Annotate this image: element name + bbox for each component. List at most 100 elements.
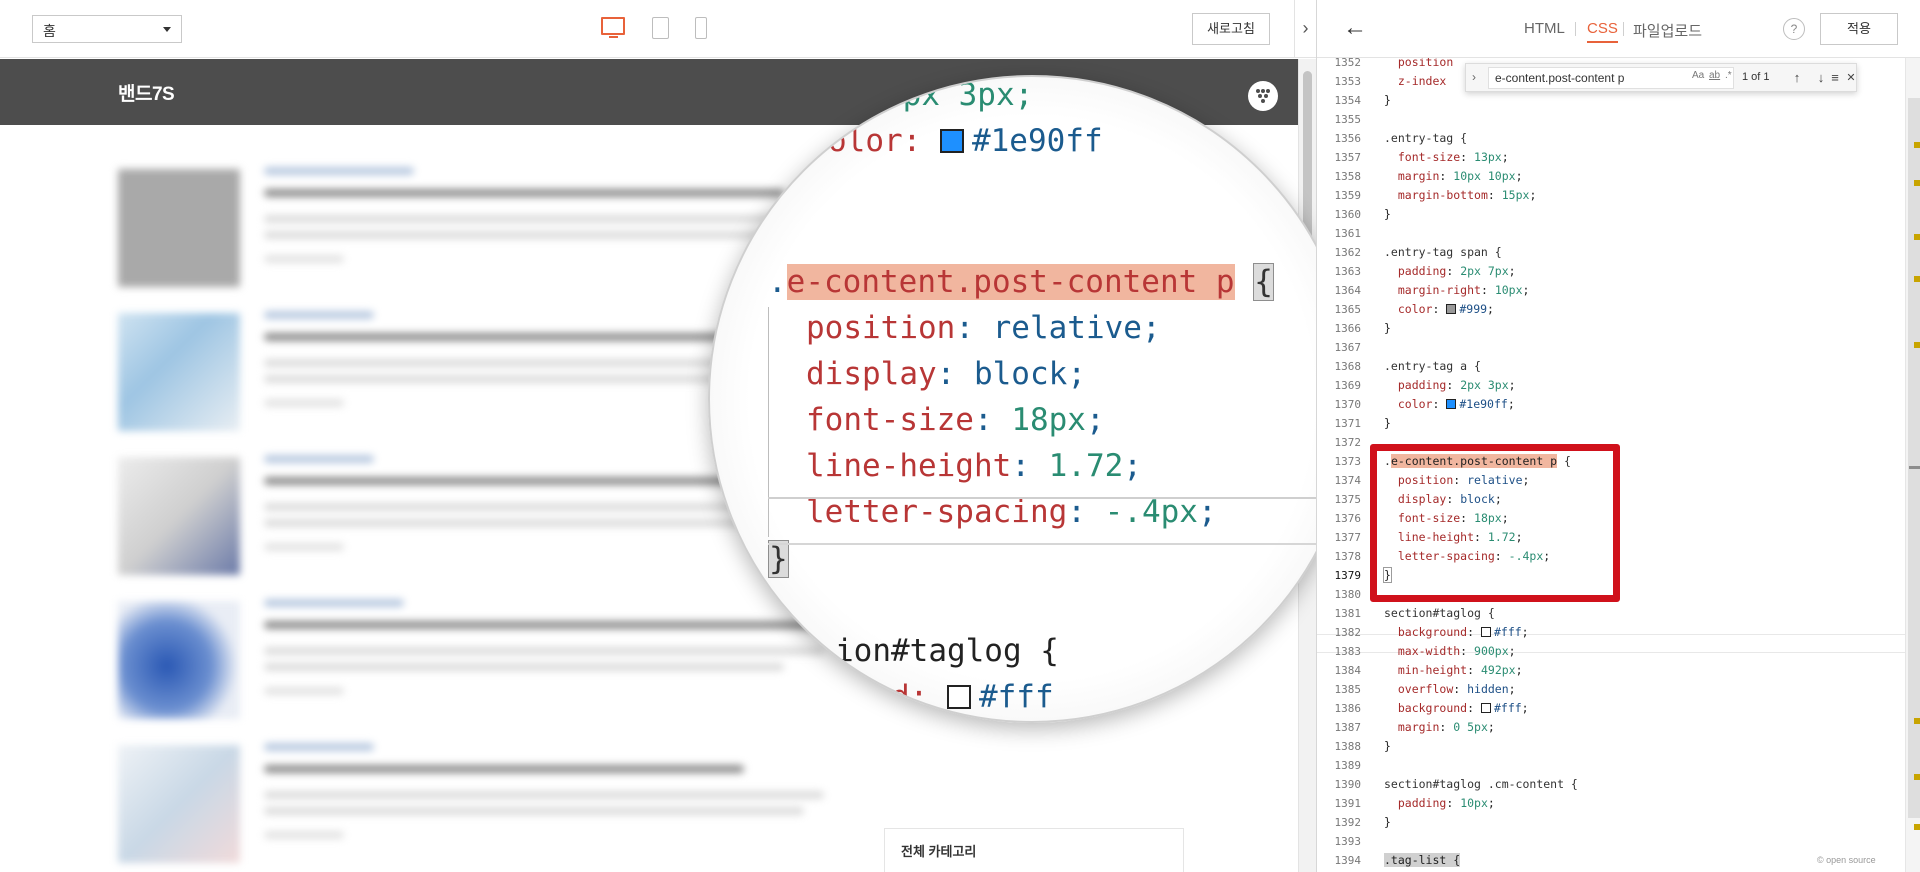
apply-button[interactable]: 적용 xyxy=(1820,13,1898,45)
line-text: color: #1e90ff; xyxy=(1397,397,1515,411)
post-thumbnail xyxy=(118,601,240,719)
css-selector: .tag-list { xyxy=(1384,853,1461,867)
find-marker xyxy=(1914,824,1920,830)
mobile-view-icon[interactable] xyxy=(695,17,707,39)
line-text: margin: 0 5px; xyxy=(1397,720,1495,734)
list-item[interactable] xyxy=(118,593,858,723)
code-line[interactable]: 1390 section#taglog .cm-content { xyxy=(1317,775,1905,794)
code-line[interactable]: 1388} xyxy=(1317,737,1905,756)
code-line[interactable]: 1387 margin: 0 5px; xyxy=(1317,718,1905,737)
current-line-marker xyxy=(768,497,1354,499)
line-number: 1368 xyxy=(1334,360,1362,373)
code-line[interactable]: 1367 xyxy=(1317,338,1905,357)
page-select[interactable]: 홈 xyxy=(32,15,182,43)
find-marker xyxy=(1914,342,1920,348)
code-line[interactable]: 1365 color: #999; xyxy=(1317,300,1905,319)
close-icon[interactable]: ✕ xyxy=(1842,68,1860,88)
line-number: 1373 xyxy=(1334,455,1362,468)
code-line[interactable]: 1358 margin: 10px 10px; xyxy=(1317,167,1905,186)
css-property: z-index xyxy=(1397,74,1447,88)
menu-button[interactable] xyxy=(1248,81,1278,111)
css-property: margin-bottom xyxy=(1397,188,1488,202)
line-text: .entry-tag a { xyxy=(1384,357,1481,376)
line-number: 1362 xyxy=(1334,246,1362,259)
match-case-icon[interactable]: Aa xyxy=(1692,70,1704,81)
whole-word-icon[interactable]: ab xyxy=(1709,70,1720,81)
line-text: .entry-tag span { xyxy=(1384,243,1502,262)
code-token: } xyxy=(1384,416,1391,430)
code-line[interactable]: 1359 margin-bottom: 15px; xyxy=(1317,186,1905,205)
tab-html[interactable]: HTML xyxy=(1524,20,1565,37)
line-number: 1391 xyxy=(1334,797,1362,810)
line-text: z-index xyxy=(1384,72,1446,91)
code-line[interactable]: 1393 xyxy=(1317,832,1905,851)
code-line[interactable]: 1362 .entry-tag span { xyxy=(1317,243,1905,262)
code-line[interactable]: 1384 min-height: 492px; xyxy=(1317,661,1905,680)
code-line[interactable]: 1366} xyxy=(1317,319,1905,338)
code-line[interactable]: 1389 xyxy=(1317,756,1905,775)
back-button[interactable]: ← xyxy=(1343,16,1367,40)
css-property: padding xyxy=(1397,796,1447,810)
code-line[interactable]: 1370 color: #1e90ff; xyxy=(1317,395,1905,414)
editor-scrollbar-thumb[interactable] xyxy=(1908,98,1920,818)
line-number: 1361 xyxy=(1334,227,1362,240)
page-select-value: 홈 xyxy=(43,23,56,39)
blog-title[interactable]: 밴드7S xyxy=(118,79,175,106)
line-divider xyxy=(768,543,1354,545)
code-line[interactable]: 1382 background: #fff; xyxy=(1317,623,1905,642)
line-text: padding: 10px; xyxy=(1397,796,1495,810)
line-number: 1382 xyxy=(1334,626,1362,639)
code-line[interactable]: 1368 .entry-tag a { xyxy=(1317,357,1905,376)
line-number: 1359 xyxy=(1334,189,1362,202)
code-line[interactable]: 1385 overflow: hidden; xyxy=(1317,680,1905,699)
line-number: 1381 xyxy=(1334,607,1362,620)
editor-scrollbar[interactable] xyxy=(1905,58,1920,872)
find-input-value: e-content.post-content p xyxy=(1495,71,1625,85)
list-item[interactable] xyxy=(118,737,858,867)
line-number: 1372 xyxy=(1334,436,1362,449)
line-text: .entry-tag { xyxy=(1384,129,1467,148)
tablet-view-icon[interactable] xyxy=(652,17,669,39)
refresh-button[interactable]: 새로고침 xyxy=(1192,13,1270,45)
indent-guide xyxy=(768,307,769,537)
line-text: margin-bottom: 15px; xyxy=(1397,188,1537,202)
code-line[interactable]: 1363 padding: 2px 7px; xyxy=(1317,262,1905,281)
chevron-right-icon: › xyxy=(1302,18,1309,38)
code-line[interactable]: 1360} xyxy=(1317,205,1905,224)
tab-css[interactable]: CSS xyxy=(1587,20,1618,43)
code-line[interactable]: 1392} xyxy=(1317,813,1905,832)
code-line[interactable]: 1386 background: #fff; xyxy=(1317,699,1905,718)
line-number: 1357 xyxy=(1334,151,1362,164)
line-number: 1363 xyxy=(1334,265,1362,278)
code-line[interactable]: 1369 padding: 2px 3px; xyxy=(1317,376,1905,395)
code-line[interactable]: 1357 font-size: 13px; xyxy=(1317,148,1905,167)
toggle-replace-icon[interactable]: › xyxy=(1472,70,1476,84)
css-value: #1e90ff xyxy=(1459,397,1508,411)
code-line[interactable]: 1356 .entry-tag { xyxy=(1317,129,1905,148)
previous-match-icon[interactable]: ↑ xyxy=(1788,68,1806,88)
category-box[interactable]: 전체 카테고리 xyxy=(884,828,1184,872)
desktop-view-icon[interactable] xyxy=(601,17,625,38)
category-title: 전체 카테고리 xyxy=(901,844,977,859)
regex-icon[interactable]: .* xyxy=(1725,70,1732,81)
find-marker xyxy=(1914,142,1920,148)
code-line[interactable]: 1383 max-width: 900px; xyxy=(1317,642,1905,661)
css-selector: .entry-tag a { xyxy=(1384,359,1481,373)
mag-line-color: olor: #1e90ff xyxy=(828,123,1103,159)
code-line[interactable]: 1354} xyxy=(1317,91,1905,110)
line-text: } xyxy=(1384,737,1391,756)
help-button[interactable]: ? xyxy=(1783,18,1805,40)
code-line[interactable]: 1355 xyxy=(1317,110,1905,129)
css-value: #fff xyxy=(1493,625,1522,639)
code-line[interactable]: 1381 section#taglog { xyxy=(1317,604,1905,623)
code-line[interactable]: 1391 padding: 10px; xyxy=(1317,794,1905,813)
question-icon: ? xyxy=(1790,22,1798,36)
tab-file-upload[interactable]: 파일업로드 xyxy=(1633,20,1702,41)
code-line[interactable]: 1371} xyxy=(1317,414,1905,433)
open-source-label: © open source xyxy=(1817,855,1876,865)
code-line[interactable]: 1361 xyxy=(1317,224,1905,243)
css-property: margin xyxy=(1397,720,1440,734)
code-line[interactable]: 1364 margin-right: 10px; xyxy=(1317,281,1905,300)
line-text: margin: 10px 10px; xyxy=(1397,169,1523,183)
collapse-preview-button[interactable]: › xyxy=(1294,0,1316,58)
